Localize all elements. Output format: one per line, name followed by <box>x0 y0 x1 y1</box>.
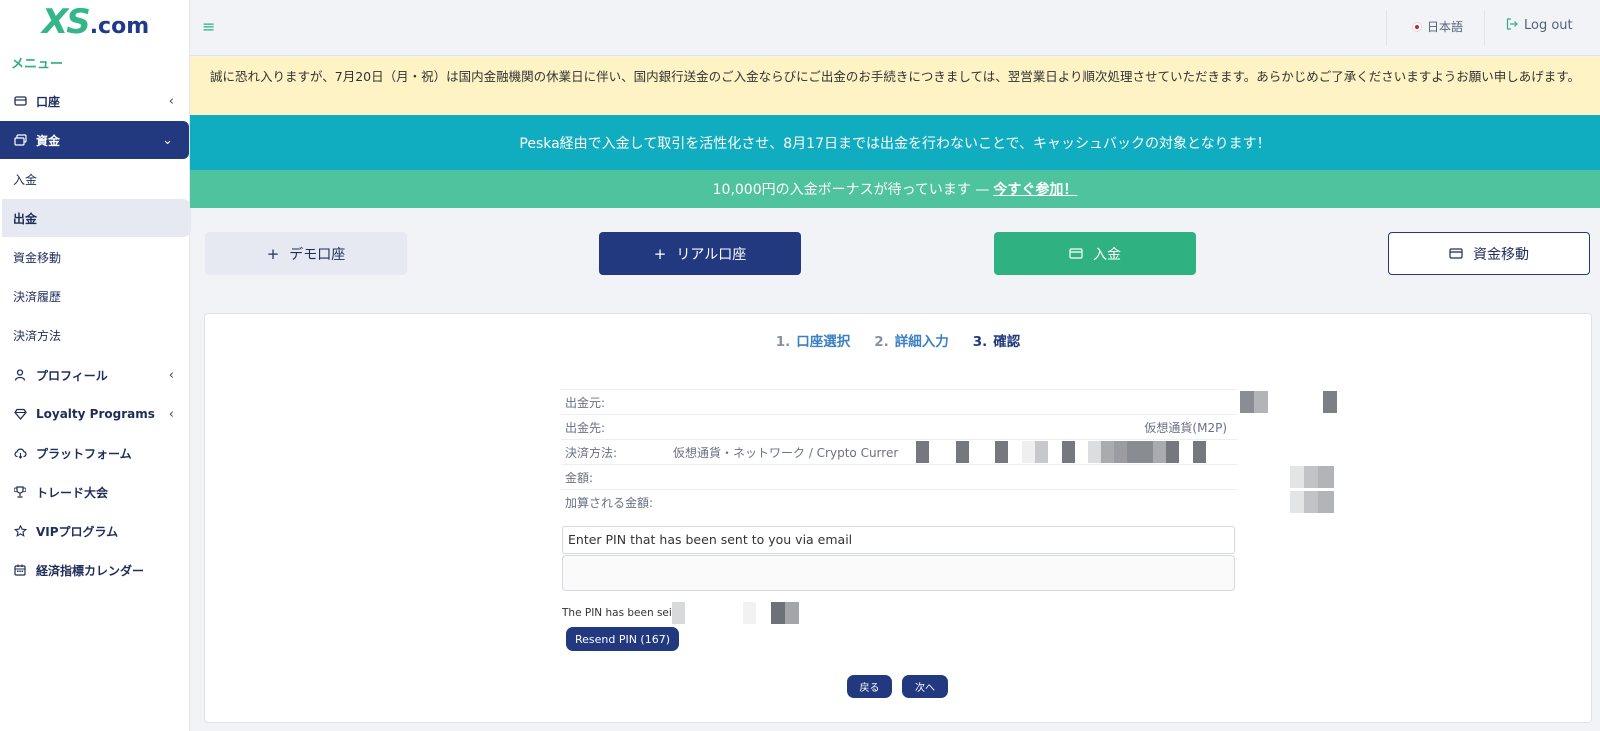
star-icon <box>13 524 27 538</box>
resend-pin-button[interactable]: Resend PIN (167) <box>566 627 679 651</box>
summary-row-from: 出金元: <box>561 389 1337 414</box>
real-account-button[interactable]: + リアル口座 <box>599 232 801 275</box>
sidebar-subitem-withdraw[interactable]: 出金 <box>2 199 191 237</box>
menu-heading: メニュー <box>11 57 64 72</box>
redacted-value <box>770 602 785 624</box>
sidebar-item-profile[interactable]: プロフィール ‹ <box>0 356 190 394</box>
sidebar-item-funds[interactable]: 資金 ⌄ <box>0 121 189 159</box>
redacted-value: 仮想通貨・ネットワーク / Crypto Currer <box>673 440 1237 464</box>
summary-row-amount: 金額: <box>561 464 1334 489</box>
pin-input[interactable] <box>562 555 1235 591</box>
step-indicator: 1. 口座選択 2. 詳細入力 3. 確認 <box>205 330 1591 350</box>
language-selector[interactable]: 日本語 <box>1412 18 1463 35</box>
redacted-value <box>675 465 1334 489</box>
redacted-value <box>675 490 1334 514</box>
redacted-value <box>742 602 756 624</box>
pin-sent-message: The PIN has been sei <box>562 602 799 624</box>
demo-account-button[interactable]: + デモ口座 <box>205 232 407 275</box>
back-button[interactable]: 戻る <box>847 675 892 698</box>
credit-card-icon <box>1069 245 1083 263</box>
redacted-value <box>675 390 1337 414</box>
deposit-bonus-banner: 10,000円の入金ボーナスが待っています — 今すぐ参加！ <box>190 170 1600 208</box>
pin-prompt-label: Enter PIN that has been sent to you via … <box>562 526 1235 554</box>
money-stack-icon <box>13 133 27 147</box>
chevron-left-icon: ‹ <box>168 406 174 422</box>
logout-icon <box>1506 18 1518 33</box>
logout-button[interactable]: Log out <box>1506 18 1573 33</box>
summary-row-method: 決済方法: 仮想通貨・ネットワーク / Crypto Currer <box>561 439 1237 464</box>
sidebar-subitem-methods[interactable]: 決済方法 <box>0 316 190 354</box>
holiday-notice-banner: 誠に恐れ入りますが、7月20日（月・祝）は国内金融機関の休業日に伴い、国内銀行送… <box>190 57 1600 115</box>
diamond-icon <box>13 407 27 421</box>
hamburger-menu-icon[interactable]: ≡ <box>202 17 215 36</box>
fund-transfer-button[interactable]: 資金移動 <box>1388 232 1590 275</box>
japan-flag-icon <box>1412 21 1422 32</box>
calendar-icon <box>13 563 27 577</box>
plus-icon: + <box>653 244 667 263</box>
next-button[interactable]: 次へ <box>902 675 948 698</box>
redacted-value <box>755 602 771 624</box>
sidebar-item-platform[interactable]: プラットフォーム <box>0 434 190 472</box>
sidebar-item-vip[interactable]: VIPプログラム <box>0 512 190 550</box>
sidebar-subitem-transfer[interactable]: 資金移動 <box>0 238 190 276</box>
cloud-download-icon <box>13 446 27 460</box>
summary-row-to: 出金先: 仮想通貨(M2P) <box>561 414 1237 439</box>
wallet-icon <box>13 94 27 108</box>
withdrawal-summary-table: 出金元: 出金先: 仮想通貨(M2P) 決済方法: 仮想通貨・ネットワーク / … <box>561 389 1337 514</box>
header-divider <box>1484 10 1485 46</box>
step-details[interactable]: 2. 詳細入力 <box>874 330 949 350</box>
sidebar-item-accounts[interactable]: 口座 ‹ <box>0 82 190 120</box>
join-now-link[interactable]: 今すぐ参加！ <box>993 179 1077 199</box>
chevron-left-icon: ‹ <box>168 367 174 383</box>
chevron-down-icon: ⌄ <box>162 132 173 148</box>
sidebar-item-contest[interactable]: トレード大会 <box>0 473 190 511</box>
top-header: ≡ 日本語 Log out <box>190 0 1600 56</box>
withdrawal-confirm-card: 1. 口座選択 2. 詳細入力 3. 確認 出金元: 出金先: 仮想通貨(M2P) 決… <box>204 313 1592 723</box>
sidebar-item-loyalty[interactable]: Loyalty Programs ‹ <box>0 395 190 433</box>
deposit-button[interactable]: 入金 <box>994 232 1196 275</box>
step-account-select[interactable]: 1. 口座選択 <box>776 330 851 350</box>
redacted-value <box>671 602 685 624</box>
plus-icon: + <box>266 244 280 263</box>
redacted-value <box>784 602 799 624</box>
summary-row-credited: 加算される金額: <box>561 489 1334 514</box>
credit-card-icon <box>1449 245 1463 263</box>
sidebar: XS .com メニュー 口座 ‹ 資金 ⌄ 入金 出金 資金移動 決済履歴 決済… <box>0 0 191 731</box>
trophy-icon <box>13 485 27 499</box>
user-icon <box>13 368 27 382</box>
step-confirm: 3. 確認 <box>972 334 1021 350</box>
chevron-left-icon: ‹ <box>168 93 174 109</box>
sidebar-item-calendar[interactable]: 経済指標カレンダー <box>0 551 190 589</box>
peska-cashback-banner: Peska経由で入金して取引を活性化させ、8月17日までは出金を行わないことで、… <box>190 115 1600 170</box>
redacted-value <box>684 602 743 624</box>
sidebar-subitem-deposit[interactable]: 入金 <box>0 160 190 198</box>
xs-logo[interactable]: XS .com <box>42 2 149 42</box>
sidebar-subitem-history[interactable]: 決済履歴 <box>0 277 190 315</box>
header-divider <box>1386 10 1387 46</box>
